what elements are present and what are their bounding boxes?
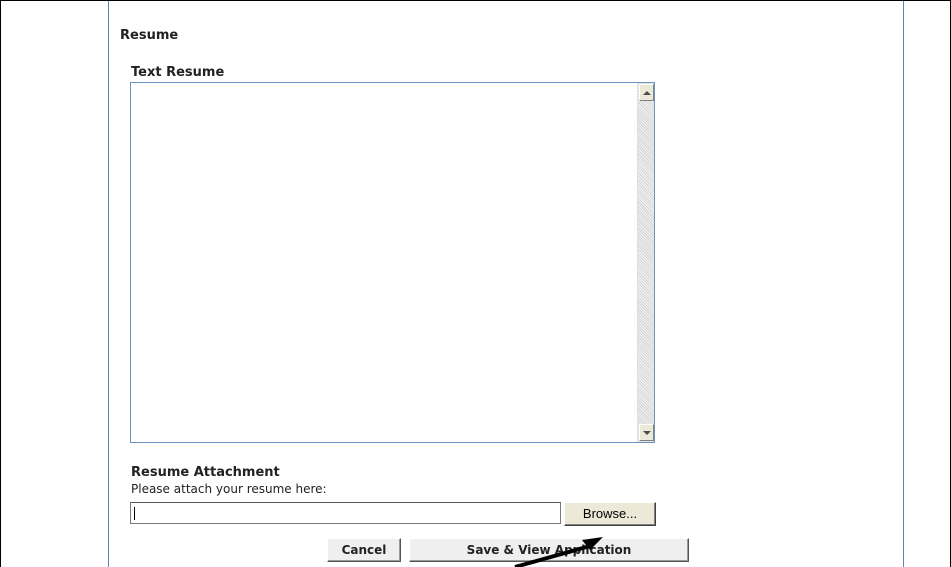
scroll-down-arrow-icon [642,430,651,435]
content-right-border [903,1,904,567]
file-path-input[interactable] [130,502,561,524]
text-resume-label: Text Resume [131,65,225,80]
textarea-scrollbar[interactable] [637,83,654,442]
section-title: Resume [120,28,179,43]
resume-attachment-help: Please attach your resume here: [131,482,327,496]
scroll-up-button[interactable] [639,84,654,101]
text-resume-textarea[interactable] [130,82,655,443]
resume-attachment-label: Resume Attachment [131,465,280,480]
annotation-arrow-icon [514,537,603,567]
content-left-border [108,1,109,567]
scroll-down-button[interactable] [639,424,654,441]
scroll-up-arrow-icon [642,90,651,95]
text-caret [134,507,135,520]
cancel-button[interactable]: Cancel [327,538,401,562]
